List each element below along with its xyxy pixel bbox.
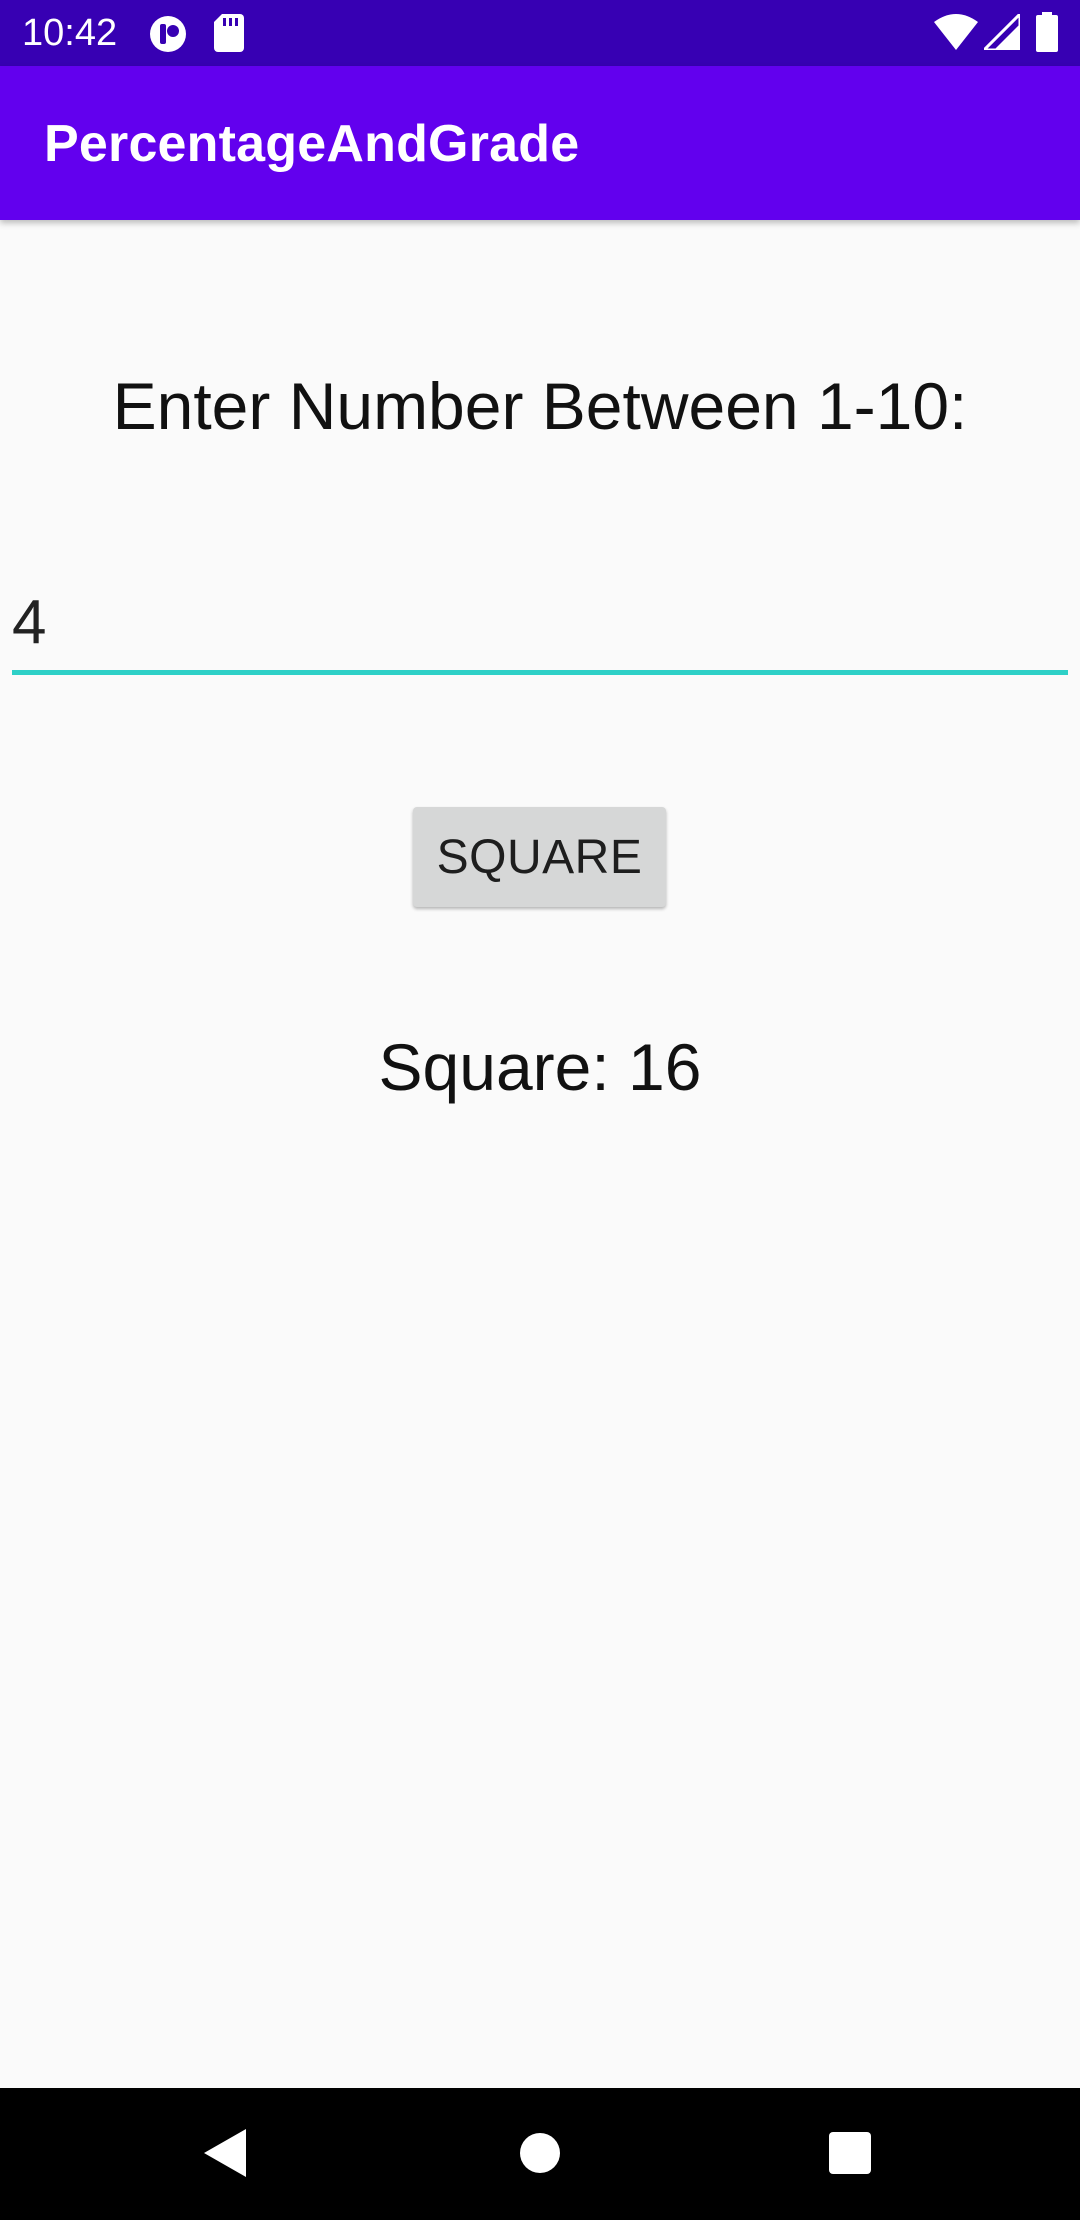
back-icon[interactable] [204, 2129, 246, 2177]
prompt-label: Enter Number Between 1-10: [112, 369, 968, 443]
sd-card-icon [214, 14, 244, 52]
status-time: 10:42 [22, 12, 118, 54]
result-text: Square: 16 [378, 1030, 702, 1104]
status-bar: 10:42 [0, 0, 1080, 66]
navigation-bar [0, 2088, 1080, 2220]
app-notification-icon [150, 16, 186, 52]
app-screen: 10:42 PercentageAndGrade Enter Number Be… [0, 0, 1080, 2220]
app-bar: PercentageAndGrade [0, 66, 1080, 220]
battery-icon [1036, 12, 1058, 52]
wifi-icon [934, 14, 978, 50]
number-input[interactable] [12, 574, 1068, 675]
recents-icon[interactable] [829, 2132, 871, 2174]
cellular-signal-icon [984, 14, 1020, 50]
square-button[interactable]: SQUARE [413, 807, 666, 907]
app-title: PercentageAndGrade [44, 115, 580, 173]
home-icon[interactable] [519, 2132, 561, 2174]
